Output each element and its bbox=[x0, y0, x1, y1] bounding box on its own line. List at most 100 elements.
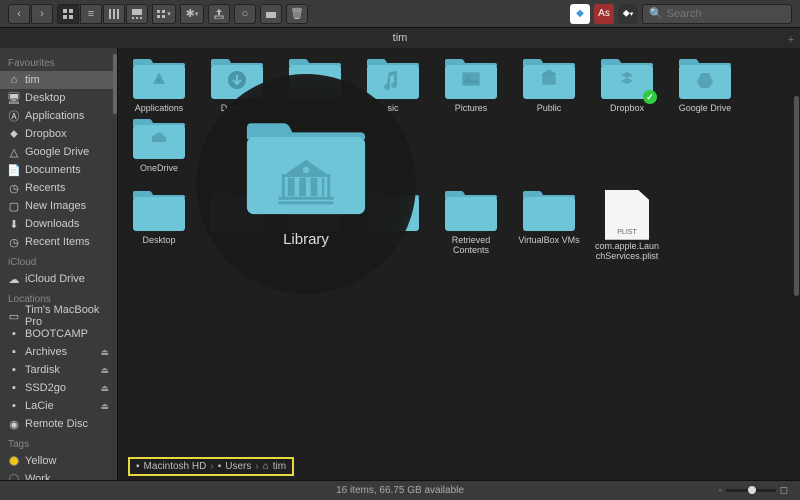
share-button[interactable] bbox=[208, 4, 230, 24]
new-tab-button[interactable]: + bbox=[788, 30, 794, 50]
content-scrollbar[interactable] bbox=[794, 96, 799, 296]
sidebar-item-work[interactable]: Work bbox=[0, 470, 117, 480]
sidebar-item-documents[interactable]: 📄Documents bbox=[0, 161, 117, 179]
item-applications[interactable]: Applications bbox=[124, 58, 194, 114]
sidebar-icon: ◷ bbox=[8, 182, 20, 194]
eject-icon[interactable]: ⏏ bbox=[100, 365, 109, 376]
sidebar-item-google-drive[interactable]: △Google Drive bbox=[0, 143, 117, 161]
sidebar-item-new-images[interactable]: ▢New Images bbox=[0, 197, 117, 215]
sidebar-label: Dropbox bbox=[25, 128, 67, 140]
sidebar-label: New Images bbox=[25, 200, 86, 212]
sidebar-label: Yellow bbox=[25, 455, 56, 467]
item-label: Dropbox bbox=[610, 104, 644, 114]
item-es[interactable]: es bbox=[358, 190, 428, 262]
forward-button[interactable]: › bbox=[31, 4, 53, 24]
item-d[interactable]: D bbox=[202, 190, 272, 262]
item-dropbox[interactable]: ✓Dropbox bbox=[592, 58, 662, 114]
tags-button[interactable]: ○ bbox=[234, 4, 256, 24]
status-bar: 16 items, 66.75 GB available ▫ ◻ bbox=[0, 480, 800, 500]
sidebar-item-remote-disc[interactable]: ◉Remote Disc bbox=[0, 415, 117, 433]
item-google-drive[interactable]: Google Drive bbox=[670, 58, 740, 114]
item-label: Retrieved Contents bbox=[437, 236, 505, 256]
menubar-app-2[interactable]: As bbox=[594, 4, 614, 24]
window-titlebar: tim + bbox=[0, 28, 800, 48]
icon-view-button[interactable] bbox=[57, 4, 79, 24]
path-bar[interactable]: ▪ Macintosh HD › ▪ Users › ⌂ tim bbox=[128, 457, 294, 476]
item-onedrive[interactable]: OneDrive bbox=[124, 118, 194, 174]
sidebar-item-desktop[interactable]: 🖥Desktop bbox=[0, 89, 117, 107]
icon-size-slider[interactable]: ▫ ◻ bbox=[719, 485, 788, 496]
item-sic[interactable]: sic bbox=[358, 58, 428, 114]
gallery-view-button[interactable] bbox=[126, 4, 148, 24]
back-button[interactable]: ‹ bbox=[8, 4, 30, 24]
toolbar: ‹ › ≡ ▾ ✱ ▾ ○ 🗑 ◆ As ⬥▾ 🔍 bbox=[0, 0, 800, 28]
menubar-app-dropbox[interactable]: ⬥▾ bbox=[618, 4, 638, 24]
item-com-apple-launchservices-plist[interactable]: PLISTcom.apple.LaunchServices.plist bbox=[592, 190, 662, 262]
folder-icon bbox=[131, 190, 187, 234]
path-seg-1[interactable]: Users bbox=[225, 461, 251, 472]
sidebar-label: Downloads bbox=[25, 218, 79, 230]
sidebar-item-lacie[interactable]: ▪LaCie⏏ bbox=[0, 397, 117, 415]
menubar-app-1[interactable]: ◆ bbox=[570, 4, 590, 24]
eject-icon[interactable]: ⏏ bbox=[100, 347, 109, 358]
sidebar-icon: ⬇ bbox=[8, 218, 20, 230]
sidebar-icon: ▪ bbox=[8, 400, 20, 412]
sidebar-icon: 📄 bbox=[8, 164, 20, 176]
delete-button[interactable]: 🗑 bbox=[286, 4, 308, 24]
search-icon: 🔍 bbox=[649, 7, 663, 20]
sidebar-item-recent-items[interactable]: ◷Recent Items bbox=[0, 233, 117, 251]
eject-icon[interactable]: ⏏ bbox=[100, 383, 109, 394]
path-seg-0[interactable]: Macintosh HD bbox=[144, 461, 207, 472]
sidebar-item-archives[interactable]: ▪ Archives ⏏ bbox=[0, 343, 117, 361]
item-label: D bbox=[234, 236, 241, 246]
action-menu[interactable]: ✱ ▾ bbox=[180, 4, 204, 24]
item-label: com.apple.LaunchServices.plist bbox=[593, 242, 661, 262]
path-seg-2[interactable]: tim bbox=[273, 461, 286, 472]
folder-icon bbox=[521, 58, 577, 102]
sidebar-item-recents[interactable]: ◷ Recents bbox=[0, 179, 117, 197]
sidebar-icon: ▪ bbox=[8, 364, 20, 376]
item-unnamed[interactable] bbox=[280, 58, 350, 114]
sidebar-item-yellow[interactable]: Yellow bbox=[0, 452, 117, 470]
sidebar-item-tardisk[interactable]: ▪Tardisk⏏ bbox=[0, 361, 117, 379]
item-public[interactable]: Public bbox=[514, 58, 584, 114]
sidebar-item-tim-s-macbook-pro[interactable]: ▭Tim's MacBook Pro bbox=[0, 307, 117, 325]
sidebar-icon: ⌂ bbox=[8, 74, 20, 86]
item-downl-[interactable]: Downl... bbox=[202, 58, 272, 114]
sidebar-icon: ⬥ bbox=[8, 128, 20, 140]
sidebar-icon: ▭ bbox=[8, 310, 20, 322]
search-field[interactable]: 🔍 bbox=[642, 4, 792, 24]
sidebar-item-applications[interactable]: ⒶApplications bbox=[0, 107, 117, 125]
sidebar-item-tim[interactable]: ⌂ tim bbox=[0, 71, 117, 89]
sidebar-label: Recents bbox=[25, 182, 65, 194]
folder-icon bbox=[521, 190, 577, 234]
sidebar-item-dropbox[interactable]: ⬥ Dropbox bbox=[0, 125, 117, 143]
tag-icon bbox=[8, 473, 20, 480]
sidebar-label: Archives bbox=[25, 346, 67, 358]
sidebar-header: iCloud bbox=[0, 251, 117, 270]
item-pictures[interactable]: Pictures bbox=[436, 58, 506, 114]
sidebar-item-downloads[interactable]: ⬇ Downloads bbox=[0, 215, 117, 233]
view-mode-group: ≡ bbox=[57, 4, 148, 24]
sidebar-item-ssd2go[interactable]: ▪SSD2go⏏ bbox=[0, 379, 117, 397]
eject-icon[interactable]: ⏏ bbox=[100, 401, 109, 412]
item-unnamed[interactable] bbox=[280, 190, 350, 262]
column-view-button[interactable] bbox=[103, 4, 125, 24]
new-folder-button[interactable] bbox=[260, 4, 282, 24]
sidebar-item-icloud-drive[interactable]: ☁iCloud Drive bbox=[0, 270, 117, 288]
sidebar-scrollbar[interactable] bbox=[113, 54, 117, 114]
item-desktop[interactable]: Desktop bbox=[124, 190, 194, 262]
folder-icon bbox=[677, 58, 733, 102]
item-label: OneDrive bbox=[140, 164, 178, 174]
folder-icon bbox=[443, 58, 499, 102]
sidebar-icon: 🖥 bbox=[8, 92, 20, 104]
sidebar-icon: ▪ bbox=[8, 346, 20, 358]
group-menu[interactable]: ▾ bbox=[152, 4, 176, 24]
sidebar-label: tim bbox=[25, 74, 40, 86]
list-view-button[interactable]: ≡ bbox=[80, 4, 102, 24]
search-input[interactable] bbox=[667, 8, 785, 20]
content-area: ApplicationsDownl... sicPicturesPublic✓Dr… bbox=[118, 48, 800, 480]
icon-grid: ApplicationsDownl... sicPicturesPublic✓Dr… bbox=[118, 48, 800, 272]
item-retrieved-contents[interactable]: Retrieved Contents bbox=[436, 190, 506, 262]
item-virtualbox-vms[interactable]: VirtualBox VMs bbox=[514, 190, 584, 262]
